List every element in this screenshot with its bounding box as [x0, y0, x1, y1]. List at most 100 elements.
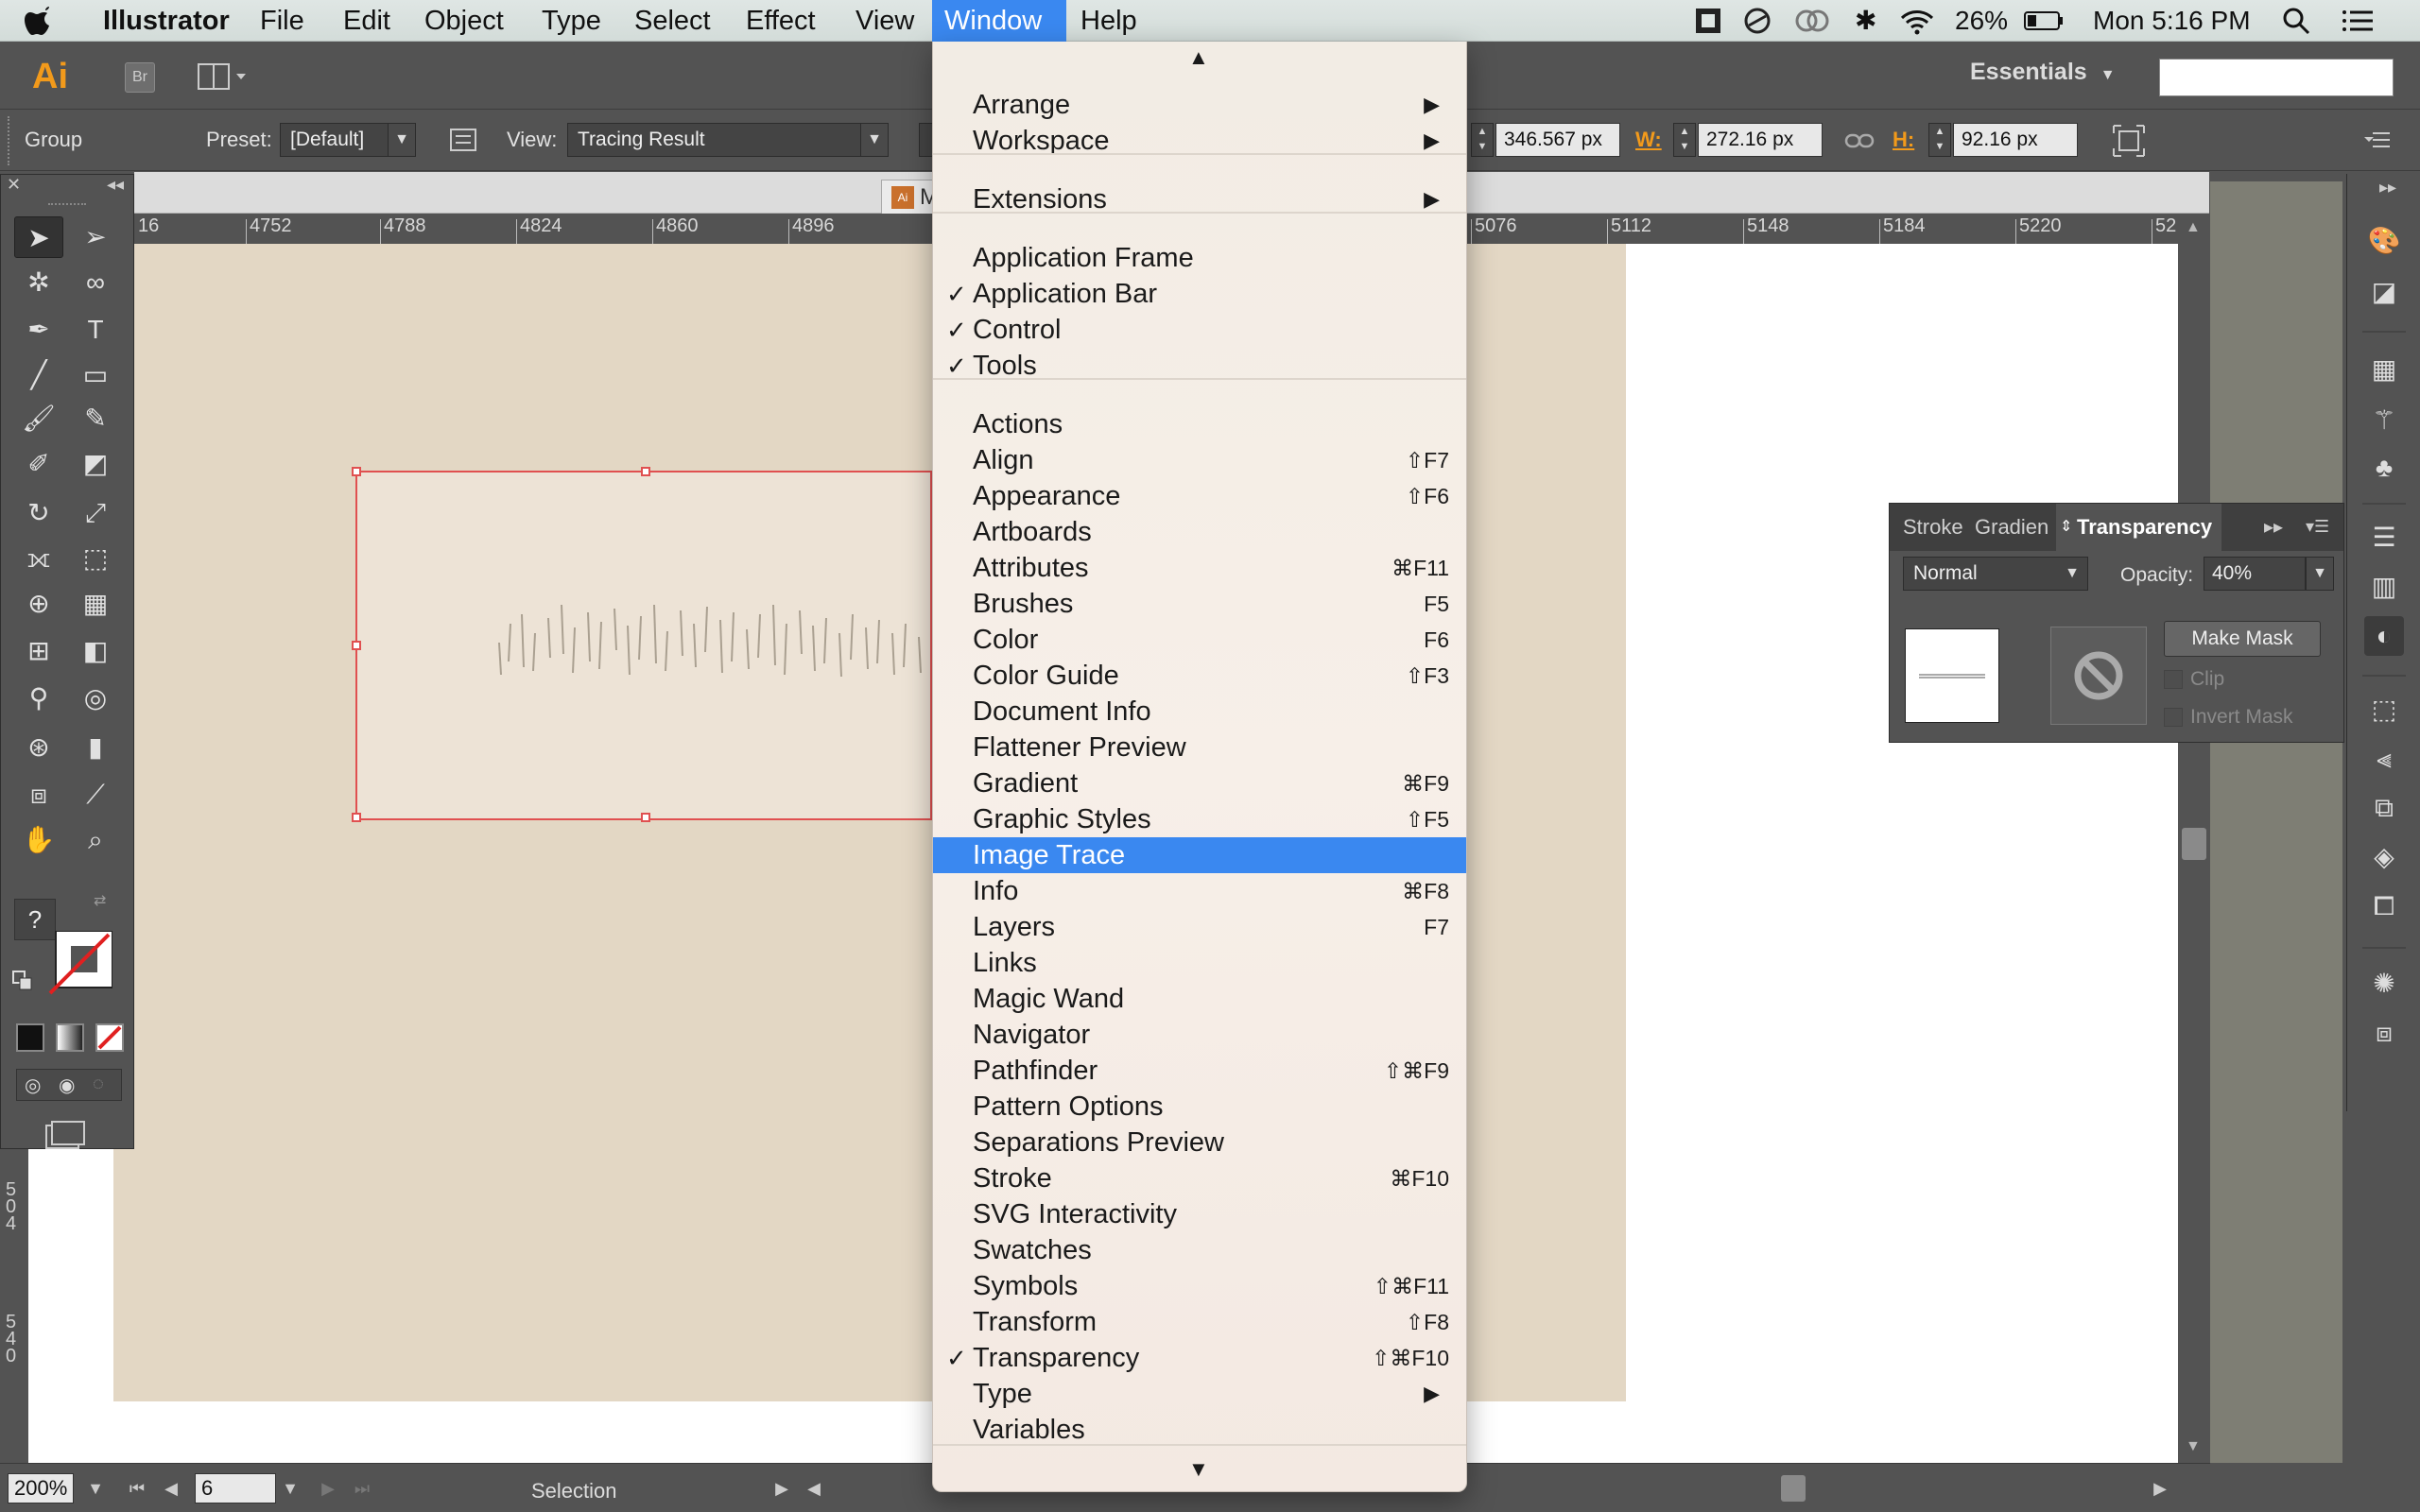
selection-handle[interactable] — [352, 467, 361, 476]
selection-tool-icon[interactable]: ➤ — [14, 216, 63, 258]
app-menu[interactable]: Illustrator — [91, 0, 242, 42]
spotlight-search-icon[interactable] — [2282, 0, 2314, 42]
direct-selection-tool-icon[interactable]: ➢ — [71, 216, 120, 258]
menu-item-info[interactable]: Info ⌘F8 — [933, 873, 1466, 909]
menu-item-flattener-preview[interactable]: Flattener Preview — [933, 730, 1466, 765]
menu-item-application-frame[interactable]: Application Frame — [933, 240, 1466, 276]
make-mask-button[interactable]: Make Mask — [2164, 621, 2321, 657]
current-tool-status[interactable]: Selection — [531, 1479, 617, 1503]
selected-traced-group[interactable] — [352, 467, 932, 822]
draw-normal-icon[interactable]: ◎ — [25, 1074, 41, 1097]
artboard-number-field[interactable]: 6 — [195, 1473, 276, 1503]
rectangle-tool-icon[interactable]: ▭ — [71, 354, 120, 396]
height-field[interactable]: 92.16 px — [1953, 123, 2078, 157]
menu-item-transform[interactable]: Transform ⇧F8 — [933, 1304, 1466, 1340]
menu-item-artboards[interactable]: Artboards — [933, 514, 1466, 550]
scale-tool-icon[interactable]: ⤢ — [71, 492, 120, 534]
blob-brush-tool-icon[interactable]: ✐ — [14, 443, 63, 485]
transform-icon[interactable] — [2112, 124, 2146, 158]
image-trace-panel-icon[interactable] — [448, 126, 478, 154]
mask-thumbnail-none-icon[interactable] — [2050, 627, 2147, 725]
tab-stroke[interactable]: Stroke — [1893, 504, 1973, 551]
expand-dock-icon[interactable]: ▸▸ — [2379, 178, 2396, 198]
gradient-mode-icon[interactable] — [56, 1023, 84, 1052]
scroll-down-icon[interactable]: ▼ — [2186, 1438, 2201, 1455]
vertical-scrollbar[interactable]: ▲ ▼ — [2178, 214, 2210, 1463]
paintbrush-tool-icon[interactable]: 🖌 — [14, 398, 63, 439]
opacity-field[interactable]: 40% — [2204, 557, 2306, 591]
clip-checkbox[interactable] — [2164, 670, 2183, 689]
stroke-panel-icon[interactable]: ☰ — [2364, 518, 2404, 558]
swap-fill-stroke-icon[interactable]: ⇄ — [94, 891, 106, 910]
apple-icon[interactable] — [25, 3, 62, 37]
status-menu-icon[interactable]: ▶ — [769, 1473, 794, 1503]
preset-dropdown-icon[interactable]: ▼ — [388, 123, 416, 157]
creative-cloud-sync-icon[interactable] — [1694, 0, 1726, 42]
sync-status-icon[interactable] — [1743, 0, 1775, 42]
menu-item-swatches[interactable]: Swatches — [933, 1232, 1466, 1268]
selection-handle[interactable] — [352, 641, 361, 650]
magic-wand-tool-icon[interactable]: ✲ — [14, 262, 63, 303]
menu-item-graphic-styles[interactable]: Graphic Styles ⇧F5 — [933, 801, 1466, 837]
perspective-grid-tool-icon[interactable]: ▦ — [71, 583, 120, 625]
symbol-sprayer-tool-icon[interactable]: ⊛ — [14, 727, 63, 768]
menu-item-transparency[interactable]: ✓ Transparency ⇧⌘F10 — [933, 1340, 1466, 1376]
opacity-dropdown-icon[interactable]: ▼ — [2306, 557, 2334, 591]
menu-item-navigator[interactable]: Navigator — [933, 1017, 1466, 1053]
constrain-proportions-link-icon[interactable] — [1843, 128, 1876, 154]
shape-builder-tool-icon[interactable]: ⊕ — [14, 583, 63, 625]
selection-handle[interactable] — [352, 813, 361, 822]
symbols-panel-icon[interactable]: ♣ — [2364, 448, 2404, 488]
color-guide-panel-icon[interactable]: ◪ — [2364, 272, 2404, 312]
panel-grip[interactable] — [8, 116, 11, 165]
selection-handle[interactable] — [641, 813, 650, 822]
scroll-left-icon[interactable]: ◀ — [802, 1473, 826, 1503]
column-graph-tool-icon[interactable]: ▮ — [71, 727, 120, 768]
width-field[interactable]: 272.16 px — [1698, 123, 1823, 157]
collapse-panel-icon[interactable]: ◂◂ — [107, 175, 124, 195]
pen-tool-icon[interactable]: ✒ — [14, 309, 63, 351]
menu-type[interactable]: Type — [529, 0, 614, 42]
menu-item-gradient[interactable]: Gradient ⌘F9 — [933, 765, 1466, 801]
last-artboard-icon[interactable]: ⏭ — [350, 1473, 374, 1503]
color-panel-icon[interactable]: 🎨 — [2364, 221, 2404, 261]
previous-artboard-icon[interactable]: ◀ — [159, 1473, 183, 1503]
stroke-swatch-none-icon[interactable] — [46, 930, 113, 997]
menu-item-variables[interactable]: Variables — [933, 1412, 1466, 1448]
workspace-switcher[interactable]: Essentials ▼ — [1970, 59, 2116, 86]
swatches-panel-icon[interactable]: ▦ — [2364, 350, 2404, 389]
appearance-panel-icon[interactable]: ✺ — [2364, 964, 2404, 1004]
bluetooth-icon[interactable]: ✱ — [1855, 0, 1883, 42]
scroll-right-icon[interactable]: ▶ — [2148, 1473, 2172, 1503]
menu-item-image-trace[interactable]: Image Trace — [933, 837, 1466, 873]
tab-toggle-icon[interactable]: ⇕ — [2060, 517, 2072, 536]
menu-select[interactable]: Select — [622, 0, 723, 42]
menu-item-pathfinder[interactable]: Pathfinder ⇧⌘F9 — [933, 1053, 1466, 1089]
slice-tool-icon[interactable]: ⟋ — [71, 774, 120, 816]
first-artboard-icon[interactable]: ⏮ — [125, 1473, 149, 1503]
line-segment-tool-icon[interactable]: ╱ — [14, 354, 63, 396]
artboard-dropdown-icon[interactable]: ▼ — [278, 1473, 302, 1503]
view-dropdown-icon[interactable]: ▼ — [860, 123, 889, 157]
menu-item-control[interactable]: ✓ Control — [933, 312, 1466, 348]
menu-item-stroke[interactable]: Stroke ⌘F10 — [933, 1160, 1466, 1196]
vertical-ruler[interactable]: 5 0 4 5 4 0 — [0, 1143, 28, 1474]
align-panel-icon[interactable]: ⫷ — [2364, 739, 2404, 779]
zoom-field[interactable]: 200% — [8, 1473, 74, 1503]
brushes-panel-icon[interactable]: ⚚ — [2364, 401, 2404, 440]
menu-edit[interactable]: Edit — [331, 0, 403, 42]
vertical-scroll-thumb[interactable] — [2182, 828, 2206, 860]
menu-item-type[interactable]: Type ▶ — [933, 1376, 1466, 1412]
next-artboard-icon[interactable]: ▶ — [316, 1473, 340, 1503]
zoom-tool-icon[interactable]: ⌕ — [71, 819, 120, 861]
wifi-icon[interactable] — [1898, 0, 1940, 42]
default-fill-stroke-icon[interactable] — [12, 971, 33, 991]
menu-item-pattern-options[interactable]: Pattern Options — [933, 1089, 1466, 1125]
close-panel-icon[interactable]: ✕ — [7, 175, 21, 195]
menu-item-color[interactable]: Color F6 — [933, 622, 1466, 658]
lasso-tool-icon[interactable]: ∞ — [71, 262, 120, 303]
gradient-tool-icon[interactable]: ◧ — [71, 630, 120, 672]
menu-item-magic-wand[interactable]: Magic Wand — [933, 981, 1466, 1017]
menu-item-actions[interactable]: Actions — [933, 406, 1466, 442]
artboard-tool-icon[interactable]: ⧈ — [14, 774, 63, 816]
